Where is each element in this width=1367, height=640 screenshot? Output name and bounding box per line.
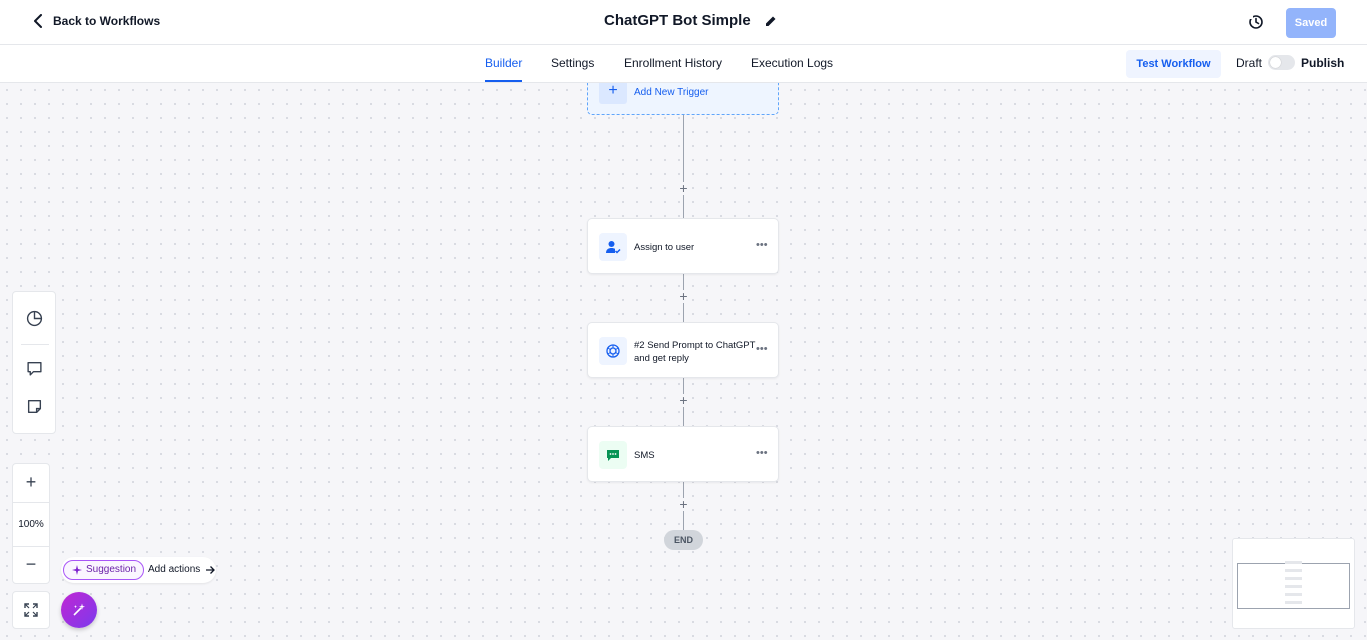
sms-icon — [599, 441, 627, 469]
workflow-canvas[interactable]: + + + + + Add New Trigger Assign to user… — [0, 83, 1367, 640]
more-options-icon[interactable]: ••• — [756, 239, 768, 251]
tab-enrollment-history[interactable]: Enrollment History — [624, 56, 722, 70]
zoom-in-button[interactable]: + — [13, 472, 49, 493]
minimap-node — [1285, 561, 1302, 564]
test-workflow-button[interactable]: Test Workflow — [1126, 50, 1221, 78]
pie-chart-icon[interactable] — [26, 310, 43, 327]
page-title: ChatGPT Bot Simple — [604, 12, 751, 29]
sticky-note-icon[interactable] — [26, 398, 43, 415]
comment-icon[interactable] — [26, 360, 43, 377]
minimap-node — [1285, 601, 1302, 604]
node-label: SMS — [634, 450, 655, 461]
divider — [13, 546, 49, 547]
chatgpt-icon — [599, 337, 627, 365]
minimap[interactable] — [1232, 538, 1355, 629]
more-options-icon[interactable]: ••• — [756, 447, 768, 459]
minimap-node — [1285, 577, 1302, 580]
add-step-button[interactable]: + — [677, 393, 690, 407]
top-header: Back to Workflows ChatGPT Bot Simple Sav… — [0, 0, 1367, 45]
add-actions-label: Add actions — [148, 564, 201, 575]
workflow-node-assign-user[interactable]: Assign to user ••• — [587, 218, 779, 274]
add-new-trigger-card[interactable]: + Add New Trigger — [587, 83, 779, 115]
add-actions-link[interactable]: Add actions — [148, 564, 216, 575]
magic-wand-icon — [73, 603, 85, 616]
suggestion-badge-label: Suggestion — [86, 564, 137, 575]
more-options-icon[interactable]: ••• — [756, 343, 768, 355]
saved-button[interactable]: Saved — [1286, 8, 1336, 38]
minimap-node — [1285, 569, 1302, 572]
trigger-label: Add New Trigger — [634, 87, 709, 98]
draft-label: Draft — [1236, 56, 1263, 70]
suggestion-bar: Suggestion Add actions — [61, 557, 216, 583]
back-to-workflows-link[interactable]: Back to Workflows — [33, 14, 160, 28]
minimap-node — [1285, 585, 1302, 588]
add-step-button[interactable]: + — [677, 181, 690, 195]
publish-toggle[interactable] — [1268, 55, 1295, 70]
divider — [21, 344, 49, 345]
tab-execution-logs[interactable]: Execution Logs — [751, 56, 833, 70]
divider — [13, 502, 49, 503]
workflow-node-chatgpt[interactable]: #2 Send Prompt to ChatGPT and get reply … — [587, 322, 779, 378]
suggestion-badge: Suggestion — [63, 560, 145, 580]
user-assign-icon — [599, 233, 627, 261]
end-marker: END — [664, 530, 703, 550]
workflow-node-sms[interactable]: SMS ••• — [587, 426, 779, 482]
expand-icon — [24, 603, 38, 617]
pencil-edit-icon[interactable] — [765, 15, 777, 27]
add-step-button[interactable]: + — [677, 497, 690, 511]
tab-bar: Builder Settings Enrollment History Exec… — [0, 45, 1367, 83]
minimap-node — [1285, 593, 1302, 596]
chevron-left-icon — [34, 14, 42, 28]
history-icon[interactable] — [1248, 14, 1264, 30]
plus-icon: + — [599, 83, 627, 104]
node-label: Assign to user — [634, 242, 695, 253]
fit-view-button[interactable] — [12, 591, 50, 629]
active-tab-indicator — [485, 80, 522, 82]
tab-builder[interactable]: Builder — [485, 56, 522, 70]
tab-settings[interactable]: Settings — [551, 56, 594, 70]
canvas-toolbox — [12, 291, 56, 434]
arrow-right-icon — [206, 565, 216, 574]
connector-line — [683, 115, 684, 218]
workflow-title-area: ChatGPT Bot Simple — [604, 12, 777, 29]
node-label: #2 Send Prompt to ChatGPT and get reply — [634, 340, 756, 364]
zoom-out-button[interactable]: − — [13, 554, 49, 575]
publish-label: Publish — [1301, 56, 1345, 70]
add-step-button[interactable]: + — [677, 289, 690, 303]
sparkle-icon — [72, 565, 82, 575]
ai-assistant-button[interactable] — [61, 592, 97, 628]
zoom-level: 100% — [18, 519, 44, 530]
back-label: Back to Workflows — [53, 14, 161, 28]
zoom-controls: + 100% − — [12, 463, 50, 584]
